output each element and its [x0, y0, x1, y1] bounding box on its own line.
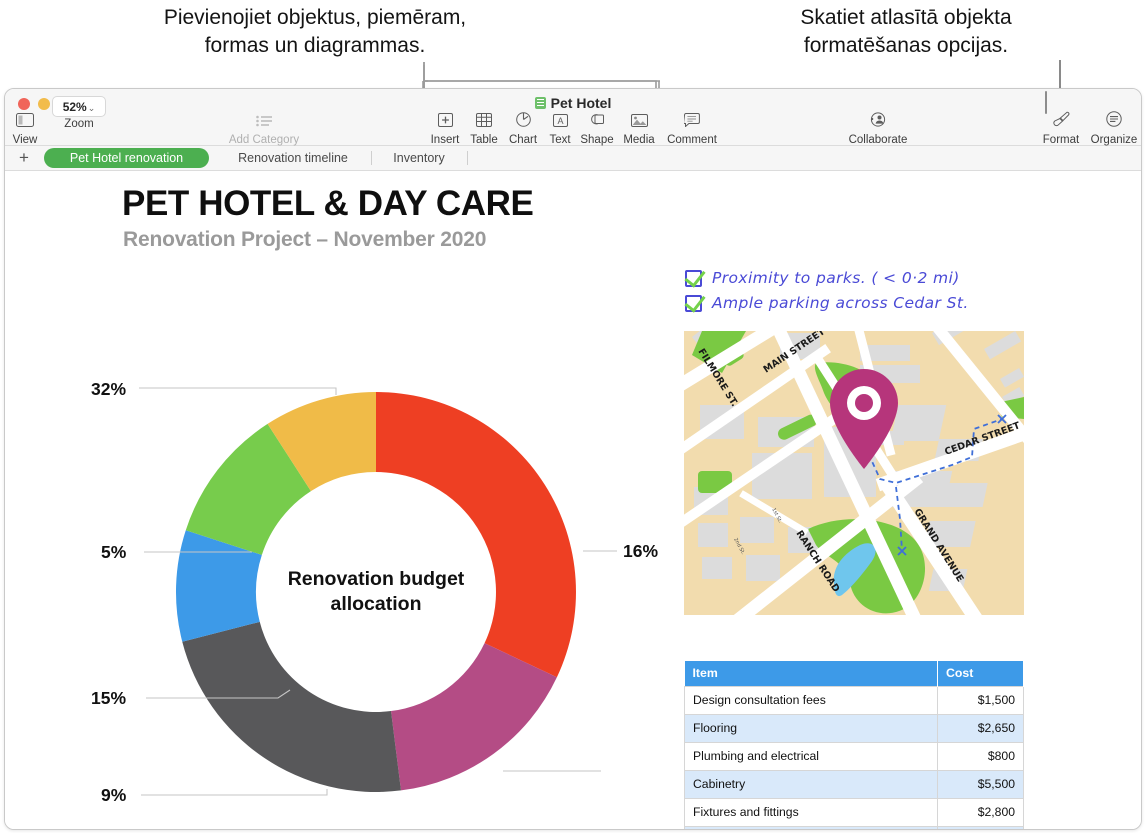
sheet-tab-renovation-timeline[interactable]: Renovation timeline — [223, 148, 363, 168]
handwritten-checklist: Proximity to parks. ( < 0·2 mi) Ample pa… — [685, 269, 969, 319]
chevron-down-icon: ⌄ — [87, 103, 96, 113]
document-title: Pet Hotel — [5, 95, 1141, 111]
organize-icon — [1077, 111, 1141, 133]
toolbar-comment-button[interactable]: Comment — [655, 111, 729, 146]
comment-icon — [655, 111, 729, 133]
checklist-item-parking[interactable]: Ample parking across Cedar St. — [685, 294, 969, 312]
slice-cabinetry[interactable] — [376, 392, 576, 678]
zoom-value: 52% — [62, 100, 87, 114]
collaborate-icon — [841, 111, 915, 133]
zoom-dropdown[interactable]: 52%⌄ — [52, 96, 106, 117]
table-row[interactable]: Design consultation fees $1,500 — [684, 685, 1024, 715]
document-title-text: Pet Hotel — [550, 95, 612, 111]
checkbox-checked-icon[interactable] — [685, 295, 702, 312]
checkbox-checked-icon[interactable] — [685, 270, 702, 287]
table-cell-cost: $2,650 — [937, 713, 1024, 743]
sheet-tab-inventory[interactable]: Inventory — [379, 148, 459, 168]
toolbar: Pet Hotel View 52%⌄ Zoom Add Category In… — [5, 89, 1141, 146]
toolbar-add-category-label: Add Category — [228, 134, 300, 146]
donut-value-label-cabinetry: 32% — [91, 379, 127, 399]
screenshot-root: Pievienojiet objektus, piemēram, formas … — [0, 0, 1146, 833]
table-row[interactable]: Flooring $2,650 — [684, 713, 1024, 743]
numbers-file-icon — [534, 97, 546, 109]
donut-value-label-fixtures: 16% — [623, 541, 659, 561]
table-row[interactable]: Labor $4,000 — [684, 825, 1024, 829]
list-icon — [227, 111, 301, 133]
sheet-tab-pet-hotel-renovation[interactable]: Pet Hotel renovation — [44, 148, 209, 168]
table-cell-item: Fixtures and fittings — [684, 797, 938, 827]
add-sheet-button[interactable]: + — [19, 149, 29, 167]
table-cell-item: Flooring — [684, 713, 938, 743]
page-subtitle: Renovation Project – November 2020 — [123, 228, 487, 251]
donut-value-label-plumbing: 5% — [101, 542, 127, 562]
table-row[interactable]: Cabinetry $5,500 — [684, 769, 1024, 799]
page-title: PET HOTEL & DAY CARE — [122, 184, 534, 223]
table-cell-cost: $4,000 — [937, 825, 1024, 829]
sheet-tab-label: Inventory — [393, 151, 445, 165]
tab-divider — [467, 151, 468, 165]
sheet-canvas: PET HOTEL & DAY CARE Renovation Project … — [5, 171, 1141, 829]
toolbar-organize-label: Organize — [1090, 134, 1138, 146]
table-row[interactable]: Fixtures and fittings $2,800 — [684, 797, 1024, 827]
sheet-tab-label: Renovation timeline — [238, 151, 348, 165]
location-map-image[interactable]: FILMORE ST. MAIN STREET CEDAR STREET RAN… — [684, 331, 1024, 615]
table-cell-item: Plumbing and electrical — [684, 741, 938, 771]
table-cell-item: Design consultation fees — [684, 685, 938, 715]
table-cell-cost: $800 — [937, 741, 1024, 771]
checklist-label: Ample parking across Cedar St. — [712, 294, 969, 312]
sheet-tab-bar: + Pet Hotel renovation Renovation timeli… — [5, 146, 1141, 171]
table-cell-cost: $2,800 — [937, 797, 1024, 827]
cost-table[interactable]: Item Cost Design consultation fees $1,50… — [684, 661, 1024, 829]
table-cell-item: Labor — [684, 825, 938, 829]
table-header-item: Item — [684, 661, 938, 686]
tab-divider — [371, 151, 372, 165]
toolbar-collaborate-label: Collaborate — [848, 134, 908, 146]
checklist-label: Proximity to parks. ( < 0·2 mi) — [712, 269, 960, 287]
donut-value-label-design: 9% — [101, 785, 127, 805]
toolbar-organize-button[interactable]: Organize — [1077, 111, 1141, 146]
table-cell-item: Cabinetry — [684, 769, 938, 799]
donut-value-label-flooring: 15% — [91, 688, 127, 708]
table-header-cost: Cost — [937, 661, 1024, 686]
table-row[interactable]: Plumbing and electrical $800 — [684, 741, 1024, 771]
budget-donut-chart[interactable]: Renovation budget allocation — [173, 389, 579, 795]
checklist-item-proximity[interactable]: Proximity to parks. ( < 0·2 mi) — [685, 269, 969, 287]
donut-svg — [175, 391, 576, 793]
numbers-app-window: Pet Hotel View 52%⌄ Zoom Add Category In… — [4, 88, 1142, 830]
table-cell-cost: $5,500 — [937, 769, 1024, 799]
sheet-tab-label: Pet Hotel renovation — [69, 151, 184, 165]
map-svg: FILMORE ST. MAIN STREET CEDAR STREET RAN… — [684, 331, 1024, 615]
toolbar-zoom-label: Zoom — [64, 118, 94, 130]
toolbar-collaborate-button[interactable]: Collaborate — [841, 111, 915, 146]
slice-labor[interactable] — [182, 621, 401, 793]
toolbar-comment-label: Comment — [667, 134, 717, 146]
table-header-row: Item Cost — [684, 661, 1024, 686]
toolbar-view-label: View — [12, 134, 38, 146]
table-cell-cost: $1,500 — [937, 685, 1024, 715]
toolbar-add-category-button[interactable]: Add Category — [227, 111, 301, 146]
